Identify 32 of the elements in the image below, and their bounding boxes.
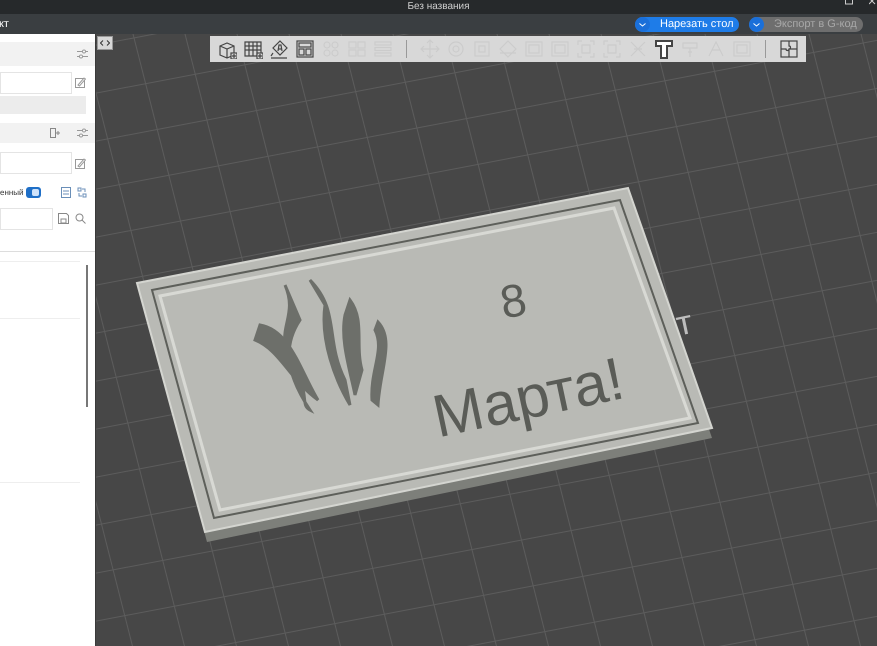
grid-icon[interactable] xyxy=(243,39,263,59)
add-plate-icon[interactable] xyxy=(50,128,60,138)
collapse-panel-button[interactable] xyxy=(97,36,113,50)
search-field[interactable] xyxy=(0,208,53,230)
caret-icon xyxy=(749,16,764,32)
edit-icon[interactable] xyxy=(75,158,86,169)
close-icon[interactable] xyxy=(869,0,877,5)
search-icon[interactable] xyxy=(75,213,86,224)
maximize-icon[interactable] xyxy=(845,0,853,5)
toggle-switch[interactable] xyxy=(26,187,41,198)
preset-field[interactable] xyxy=(0,152,72,174)
save-icon[interactable] xyxy=(58,213,69,224)
window-title: Без названия xyxy=(407,1,470,13)
scrollbar[interactable] xyxy=(86,265,88,407)
settings-icon[interactable] xyxy=(77,49,88,59)
text-tool-icon[interactable] xyxy=(654,39,674,59)
puzzle-icon[interactable] xyxy=(779,39,799,59)
preset-field[interactable] xyxy=(0,72,72,94)
bed-label: т xyxy=(672,303,696,344)
model-text: 8 xyxy=(496,272,530,329)
letter-diamond-icon[interactable] xyxy=(269,39,289,59)
toggle-label: енный xyxy=(0,188,24,198)
settings-icon[interactable] xyxy=(77,128,88,138)
list-icon[interactable] xyxy=(61,187,71,198)
edit-icon[interactable] xyxy=(75,77,86,88)
chevrons-icon xyxy=(100,40,110,46)
compare-icon[interactable] xyxy=(77,187,87,198)
menu-tab[interactable]: кт xyxy=(0,16,9,32)
model-text: Марта! xyxy=(426,344,630,450)
slice-plate-button[interactable]: Нарезать стол xyxy=(635,16,739,32)
layout-icon[interactable] xyxy=(295,39,315,59)
caret-icon xyxy=(635,16,650,32)
